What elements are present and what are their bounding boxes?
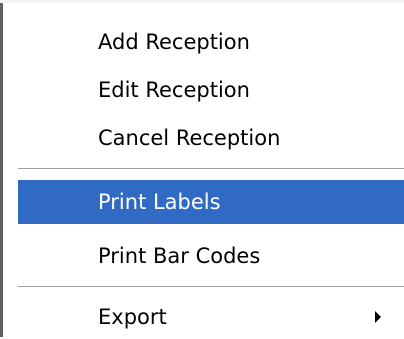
menu-item-label: Edit Reception (98, 78, 250, 102)
menu-item-add-reception[interactable]: Add Reception (18, 20, 404, 64)
chevron-right-icon (375, 311, 381, 323)
menu-item-print-bar-codes[interactable]: Print Bar Codes (18, 234, 404, 278)
menu-item-label: Print Labels (98, 190, 221, 214)
context-menu: Add Reception Edit Reception Cancel Rece… (0, 0, 404, 337)
menu-item-print-labels[interactable]: Print Labels (18, 180, 404, 224)
menu-item-export[interactable]: Export (18, 295, 404, 339)
menu-item-label: Cancel Reception (98, 126, 281, 150)
menu-item-label: Print Bar Codes (98, 244, 261, 268)
menu-item-label: Export (98, 305, 167, 329)
menu-item-label: Add Reception (98, 30, 250, 54)
menu-item-cancel-reception[interactable]: Cancel Reception (18, 116, 404, 160)
menu-border-top (0, 0, 404, 3)
menu-border (0, 0, 3, 337)
menu-separator (18, 168, 404, 170)
menu-separator (18, 286, 404, 288)
menu-item-edit-reception[interactable]: Edit Reception (18, 68, 404, 112)
